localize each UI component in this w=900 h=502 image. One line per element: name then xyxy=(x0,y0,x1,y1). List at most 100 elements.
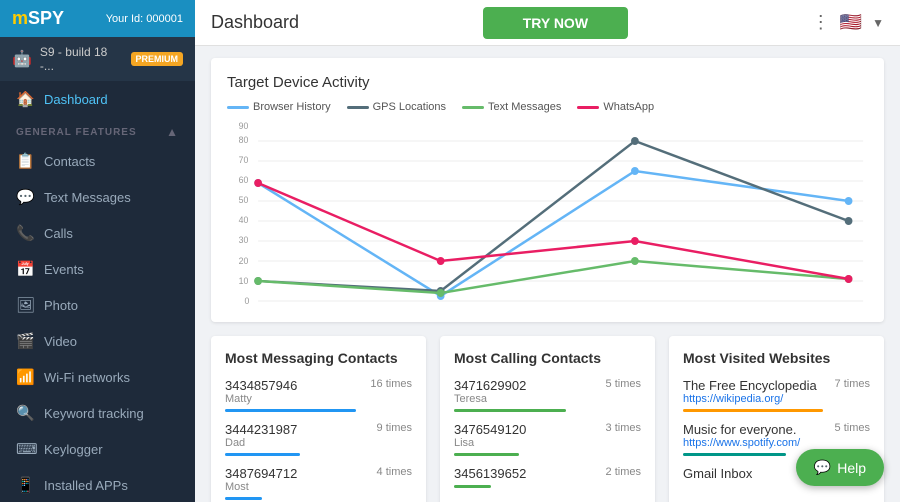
main-content: Dashboard TRY NOW ⋮ 🇺🇸 ▼ Target Device A… xyxy=(195,0,900,502)
contact-bar xyxy=(225,409,356,412)
legend-label-browser: Browser History xyxy=(253,101,331,113)
sidebar-item-installed-apps[interactable]: 📱 Installed APPs xyxy=(0,467,195,502)
legend-whatsapp: WhatsApp xyxy=(577,101,654,113)
contact-name: Dad xyxy=(225,437,297,449)
sidebar-item-photo[interactable]: 🖼 Photo xyxy=(0,287,195,323)
svg-text:20: 20 xyxy=(239,256,249,266)
legend-gps: GPS Locations xyxy=(347,101,446,113)
contact-bar xyxy=(454,485,491,488)
svg-text:0: 0 xyxy=(244,296,249,306)
website-url[interactable]: https://wikipedia.org/ xyxy=(683,393,817,405)
list-item: 3434857946 Matty 16 times xyxy=(225,378,412,412)
sidebar-item-text-messages[interactable]: 💬 Text Messages xyxy=(0,179,195,215)
topbar: Dashboard TRY NOW ⋮ 🇺🇸 ▼ xyxy=(195,0,900,46)
legend-color-whatsapp xyxy=(577,106,599,109)
list-item: 3471629902 Teresa 5 times xyxy=(454,378,641,412)
svg-text:10: 10 xyxy=(239,276,249,286)
websites-card-title: Most Visited Websites xyxy=(683,350,870,366)
svg-text:80: 80 xyxy=(239,135,249,145)
svg-text:90: 90 xyxy=(239,121,249,131)
more-options-icon[interactable]: ⋮ xyxy=(812,12,830,33)
contact-number: 3487694712 xyxy=(225,466,297,481)
calls-icon: 📞 xyxy=(16,224,34,242)
contact-name: Lisa xyxy=(454,437,526,449)
svg-text:70: 70 xyxy=(239,155,249,165)
help-button[interactable]: 💬 Help xyxy=(796,449,884,486)
sidebar-item-label: Contacts xyxy=(44,154,95,169)
sidebar-item-dashboard[interactable]: 🏠 Dashboard xyxy=(0,81,195,117)
flag-icon[interactable]: 🇺🇸 xyxy=(840,12,862,33)
contact-bar xyxy=(454,453,519,456)
legend-color-sms xyxy=(462,106,484,109)
sidebar: m SPY Your Id: 000001 🤖 S9 - build 18 -.… xyxy=(0,0,195,502)
contact-name: Matty xyxy=(225,393,297,405)
sidebar-item-calls[interactable]: 📞 Calls xyxy=(0,215,195,251)
chat-icon: 💬 xyxy=(814,459,831,476)
messages-icon: 💬 xyxy=(16,188,34,206)
contacts-icon: 📋 xyxy=(16,152,34,170)
contact-times: 5 times xyxy=(606,378,641,390)
section-general: GENERAL FEATURES ▲ xyxy=(0,117,195,143)
contact-times: 4 times xyxy=(377,466,412,478)
sidebar-item-label: Video xyxy=(44,334,77,349)
contact-number: 3434857946 xyxy=(225,378,297,393)
sidebar-item-video[interactable]: 🎬 Video xyxy=(0,323,195,359)
sidebar-item-label: Calls xyxy=(44,226,73,241)
svg-text:50: 50 xyxy=(239,195,249,205)
list-item: 3476549120 Lisa 3 times xyxy=(454,422,641,456)
sidebar-item-keyword[interactable]: 🔍 Keyword tracking xyxy=(0,395,195,431)
contact-times: 9 times xyxy=(377,422,412,434)
legend-color-gps xyxy=(347,106,369,109)
sidebar-item-label: Installed APPs xyxy=(44,478,128,493)
legend-label-sms: Text Messages xyxy=(488,101,561,113)
legend-browser: Browser History xyxy=(227,101,331,113)
svg-text:60: 60 xyxy=(239,175,249,185)
website-name: Gmail Inbox xyxy=(683,466,752,481)
dashboard-body: Target Device Activity Browser History G… xyxy=(195,46,900,502)
sidebar-item-wifi[interactable]: 📶 Wi-Fi networks xyxy=(0,359,195,395)
android-icon: 🤖 xyxy=(12,49,32,69)
photo-icon: 🖼 xyxy=(16,296,34,314)
website-times: 5 times xyxy=(835,422,870,434)
try-now-button[interactable]: TRY NOW xyxy=(483,7,628,39)
dropdown-arrow-icon[interactable]: ▼ xyxy=(872,16,884,30)
video-icon: 🎬 xyxy=(16,332,34,350)
sidebar-item-keylogger[interactable]: ⌨ Keylogger xyxy=(0,431,195,467)
calling-contacts-card: Most Calling Contacts 3471629902 Teresa … xyxy=(440,336,655,502)
website-name: The Free Encyclopedia xyxy=(683,378,817,393)
collapse-icon[interactable]: ▲ xyxy=(166,125,179,139)
website-url[interactable]: https://www.spotify.com/ xyxy=(683,437,800,449)
legend-sms: Text Messages xyxy=(462,101,561,113)
contact-bar xyxy=(225,497,262,500)
sidebar-item-label: Photo xyxy=(44,298,78,313)
contact-times: 2 times xyxy=(606,466,641,478)
page-title: Dashboard xyxy=(211,12,299,33)
list-item: 3487694712 Most 4 times xyxy=(225,466,412,500)
activity-chart-card: Target Device Activity Browser History G… xyxy=(211,58,884,322)
chart-legend: Browser History GPS Locations Text Messa… xyxy=(227,101,868,113)
sidebar-item-label: Keylogger xyxy=(44,442,103,457)
contact-number: 3444231987 xyxy=(225,422,297,437)
sidebar-item-events[interactable]: 📅 Events xyxy=(0,251,195,287)
contact-times: 3 times xyxy=(606,422,641,434)
list-item: 3444231987 Dad 9 times xyxy=(225,422,412,456)
user-id: Your Id: 000001 xyxy=(106,13,183,25)
list-item: 3456139652 2 times xyxy=(454,466,641,488)
chart-area: 0 10 20 30 40 50 60 70 80 90 xyxy=(227,121,868,306)
contact-times: 16 times xyxy=(370,378,412,390)
website-bar xyxy=(683,409,823,412)
sidebar-item-label: Keyword tracking xyxy=(44,406,144,421)
website-bar xyxy=(683,453,786,456)
wifi-icon: 📶 xyxy=(16,368,34,386)
device-name: S9 - build 18 -... xyxy=(40,45,123,73)
messaging-contacts-card: Most Messaging Contacts 3434857946 Matty… xyxy=(211,336,426,502)
sidebar-item-contacts[interactable]: 📋 Contacts xyxy=(0,143,195,179)
help-label: Help xyxy=(837,460,866,476)
sidebar-item-label: Dashboard xyxy=(44,92,108,107)
home-icon: 🏠 xyxy=(16,90,34,108)
logo-m: m xyxy=(12,8,28,29)
keyword-icon: 🔍 xyxy=(16,404,34,422)
sidebar-item-label: Wi-Fi networks xyxy=(44,370,130,385)
svg-text:40: 40 xyxy=(239,215,249,225)
logo: m SPY xyxy=(12,8,64,29)
